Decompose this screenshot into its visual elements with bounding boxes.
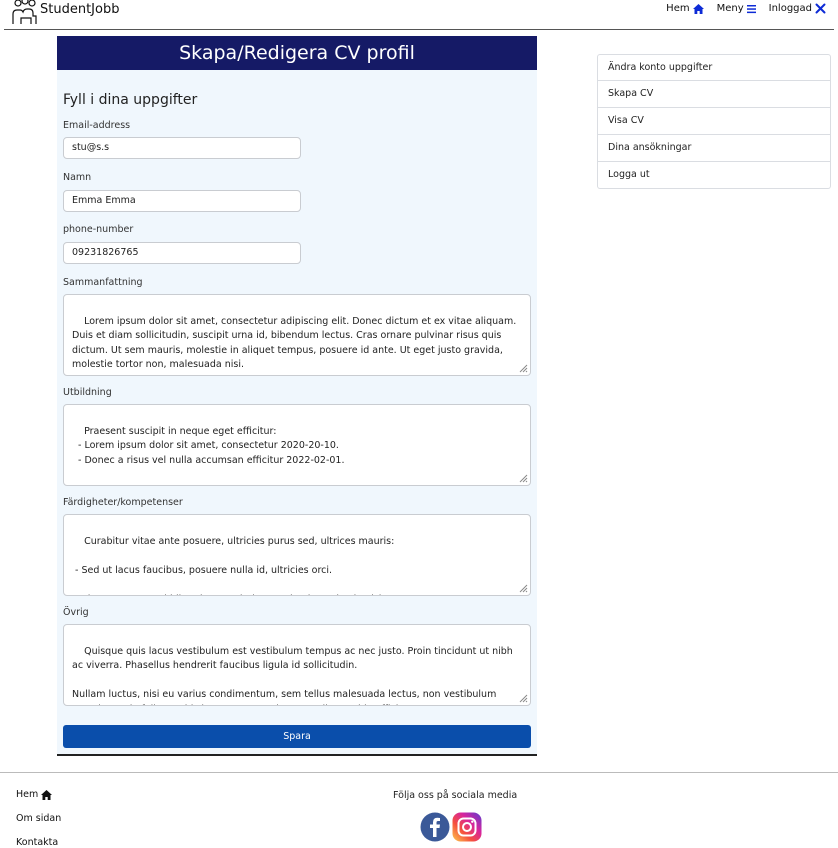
- sidebar-item-create-cv[interactable]: Skapa CV: [597, 81, 831, 108]
- education-textarea[interactable]: Praesent suscipit in neque eget efficitu…: [63, 404, 531, 486]
- summary-label: Sammanfattning: [63, 277, 143, 288]
- resize-handle-icon[interactable]: [518, 693, 528, 703]
- education-label: Utbildning: [63, 387, 112, 398]
- header-divider: [4, 29, 834, 30]
- footer-link-about[interactable]: Om sidan: [16, 813, 61, 824]
- save-button[interactable]: Spara: [63, 725, 531, 748]
- sidebar-item-logout[interactable]: Logga ut: [597, 162, 831, 189]
- name-field[interactable]: Emma Emma: [63, 190, 301, 212]
- footer-link-home[interactable]: Hem: [16, 789, 53, 800]
- footer-link-contact[interactable]: Kontakta: [16, 837, 58, 848]
- menu-icon: [746, 4, 756, 13]
- brand-name: StudentJobb: [40, 2, 120, 17]
- resize-handle-icon[interactable]: [518, 363, 528, 373]
- instagram-icon[interactable]: [452, 812, 482, 842]
- footer-about-label: Om sidan: [16, 813, 62, 824]
- email-label: Email-address: [63, 120, 131, 131]
- sidebar-item-applications[interactable]: Dina ansökningar: [597, 135, 831, 162]
- other-textarea[interactable]: Quisque quis lacus vestibulum est vestib…: [63, 624, 531, 706]
- footer-contact-label: Kontakta: [16, 837, 59, 848]
- sidebar-item-view-cv[interactable]: Visa CV: [597, 108, 831, 135]
- footer-divider: [0, 772, 838, 773]
- nav-menu[interactable]: Meny: [717, 3, 756, 14]
- account-side-menu: Ändra konto uppgifter Skapa CV Visa CV D…: [597, 54, 831, 189]
- nav-home-label: Hem: [666, 3, 690, 14]
- home-icon: [692, 3, 704, 14]
- top-bar: StudentJobb Hem Meny Inloggad: [0, 0, 838, 30]
- nav-logged-in-label: Inloggad: [768, 3, 812, 14]
- resize-handle-icon[interactable]: [518, 583, 528, 593]
- name-label: Namn: [63, 172, 92, 183]
- email-field[interactable]: stu@s.s: [63, 137, 301, 159]
- page-title: Skapa/Redigera CV profil: [57, 36, 537, 70]
- skills-textarea[interactable]: Curabitur vitae ante posuere, ultricies …: [63, 514, 531, 596]
- phone-label: phone-number: [63, 224, 134, 235]
- resize-handle-icon[interactable]: [518, 473, 528, 483]
- social-heading: Följa oss på sociala media: [393, 790, 518, 801]
- education-text: Praesent suscipit in neque eget efficitu…: [78, 425, 345, 466]
- skills-text: Curabitur vitae ante posuere, ultricies …: [75, 535, 395, 596]
- facebook-icon[interactable]: [420, 812, 450, 842]
- nav-menu-label: Meny: [716, 3, 744, 14]
- other-text: Quisque quis lacus vestibulum est vestib…: [72, 645, 513, 706]
- cv-form-panel: Skapa/Redigera CV profil Fyll i dina upp…: [57, 36, 537, 756]
- sidebar-item-edit-account[interactable]: Ändra konto uppgifter: [597, 54, 831, 81]
- footer-home-label: Hem: [16, 789, 39, 800]
- tools-icon: [815, 3, 826, 14]
- nav-home[interactable]: Hem: [666, 3, 704, 14]
- home-icon: [41, 789, 53, 800]
- nav-logged-in[interactable]: Inloggad: [769, 3, 826, 14]
- brand-logo[interactable]: StudentJobb: [10, 0, 119, 26]
- phone-field[interactable]: 09231826765: [63, 242, 301, 264]
- form-heading: Fyll i dina uppgifter: [63, 92, 198, 108]
- summary-textarea[interactable]: Lorem ipsum dolor sit amet, consectetur …: [63, 294, 531, 376]
- other-label: Övrig: [63, 607, 89, 618]
- skills-label: Färdigheter/kompetenser: [63, 497, 183, 508]
- top-nav: Hem Meny Inloggad: [666, 3, 826, 14]
- people-logo-icon: [12, 0, 37, 24]
- summary-text: Lorem ipsum dolor sit amet, consectetur …: [72, 315, 520, 371]
